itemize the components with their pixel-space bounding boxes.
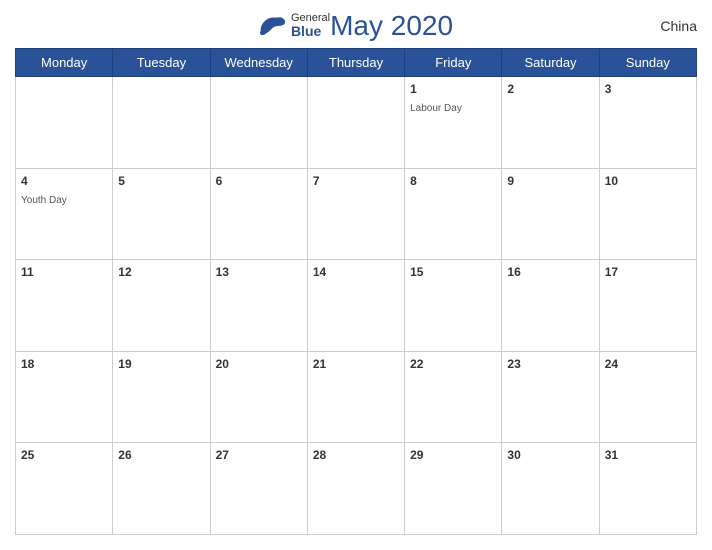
- week-row-4: 18 19 20 21 22 23 24: [16, 351, 697, 443]
- day-number: 14: [313, 265, 326, 279]
- holiday-name: Labour Day: [410, 103, 462, 114]
- day-number: 24: [605, 357, 618, 371]
- cell-w4-d6: 23: [502, 351, 599, 443]
- week-row-3: 11 12 13 14 15 16 17: [16, 260, 697, 352]
- cell-w2-d3: 6: [210, 168, 307, 260]
- cell-w3-d4: 14: [307, 260, 404, 352]
- week-row-1: 1 Labour Day 2 3: [16, 77, 697, 169]
- cell-w2-d2: 5: [113, 168, 210, 260]
- day-number: 25: [21, 448, 34, 462]
- cell-w3-d6: 16: [502, 260, 599, 352]
- day-number: 20: [216, 357, 229, 371]
- day-number: 9: [507, 174, 514, 188]
- day-number: 30: [507, 448, 520, 462]
- cell-w5-d7: 31: [599, 443, 696, 535]
- cell-w1-d1: [16, 77, 113, 169]
- day-number: 10: [605, 174, 618, 188]
- col-tuesday: Tuesday: [113, 49, 210, 77]
- cell-w1-d4: [307, 77, 404, 169]
- cell-w5-d3: 27: [210, 443, 307, 535]
- cell-w1-d3: [210, 77, 307, 169]
- calendar-table: Monday Tuesday Wednesday Thursday Friday…: [15, 48, 697, 535]
- week-row-2: 4 Youth Day 5 6 7 8 9 10: [16, 168, 697, 260]
- day-number: 5: [118, 174, 125, 188]
- day-number: 8: [410, 174, 417, 188]
- day-number: 15: [410, 265, 423, 279]
- day-number: 26: [118, 448, 131, 462]
- day-number: 17: [605, 265, 618, 279]
- col-sunday: Sunday: [599, 49, 696, 77]
- cell-w3-d3: 13: [210, 260, 307, 352]
- col-monday: Monday: [16, 49, 113, 77]
- day-number: 4: [21, 174, 28, 188]
- calendar-title: May 2020: [330, 10, 453, 42]
- cell-w5-d1: 25: [16, 443, 113, 535]
- day-number: 18: [21, 357, 34, 371]
- cell-w3-d1: 11: [16, 260, 113, 352]
- day-number: 12: [118, 265, 131, 279]
- logo-text-group: General Blue: [291, 12, 330, 39]
- day-number: 22: [410, 357, 423, 371]
- day-number: 11: [21, 265, 34, 279]
- day-number: 21: [313, 357, 326, 371]
- cell-w3-d5: 15: [405, 260, 502, 352]
- day-number: 28: [313, 448, 326, 462]
- day-number: 31: [605, 448, 618, 462]
- col-friday: Friday: [405, 49, 502, 77]
- cell-w1-d7: 3: [599, 77, 696, 169]
- weekday-header-row: Monday Tuesday Wednesday Thursday Friday…: [16, 49, 697, 77]
- logo-blue-text: Blue: [291, 24, 330, 39]
- day-number: 27: [216, 448, 229, 462]
- cell-w4-d2: 19: [113, 351, 210, 443]
- cell-w4-d4: 21: [307, 351, 404, 443]
- cell-w5-d4: 28: [307, 443, 404, 535]
- cell-w5-d5: 29: [405, 443, 502, 535]
- day-number: 2: [507, 82, 514, 96]
- cell-w5-d6: 30: [502, 443, 599, 535]
- week-row-5: 25 26 27 28 29 30 31: [16, 443, 697, 535]
- col-wednesday: Wednesday: [210, 49, 307, 77]
- cell-w5-d2: 26: [113, 443, 210, 535]
- day-number: 1: [410, 82, 417, 96]
- day-number: 3: [605, 82, 612, 96]
- col-saturday: Saturday: [502, 49, 599, 77]
- day-number: 16: [507, 265, 520, 279]
- day-number: 6: [216, 174, 223, 188]
- cell-w2-d1: 4 Youth Day: [16, 168, 113, 260]
- cell-w2-d4: 7: [307, 168, 404, 260]
- cell-w2-d6: 9: [502, 168, 599, 260]
- country-label: China: [660, 18, 697, 34]
- day-number: 23: [507, 357, 520, 371]
- logo-bird-icon: [259, 16, 287, 36]
- cell-w2-d7: 10: [599, 168, 696, 260]
- day-number: 13: [216, 265, 229, 279]
- cell-w2-d5: 8: [405, 168, 502, 260]
- logo: General Blue: [259, 12, 330, 39]
- calendar-header: General Blue May 2020 China: [15, 10, 697, 42]
- cell-w3-d2: 12: [113, 260, 210, 352]
- cell-w4-d3: 20: [210, 351, 307, 443]
- cell-w4-d1: 18: [16, 351, 113, 443]
- cell-w1-d5: 1 Labour Day: [405, 77, 502, 169]
- calendar-body: 1Labour Day234Youth Day56789101112131415…: [16, 77, 697, 535]
- cell-w4-d7: 24: [599, 351, 696, 443]
- cell-w1-d2: [113, 77, 210, 169]
- day-number: 19: [118, 357, 131, 371]
- holiday-name: Youth Day: [21, 195, 67, 206]
- day-number: 7: [313, 174, 320, 188]
- cell-w3-d7: 17: [599, 260, 696, 352]
- day-number: 29: [410, 448, 423, 462]
- cell-w4-d5: 22: [405, 351, 502, 443]
- cell-w1-d6: 2: [502, 77, 599, 169]
- col-thursday: Thursday: [307, 49, 404, 77]
